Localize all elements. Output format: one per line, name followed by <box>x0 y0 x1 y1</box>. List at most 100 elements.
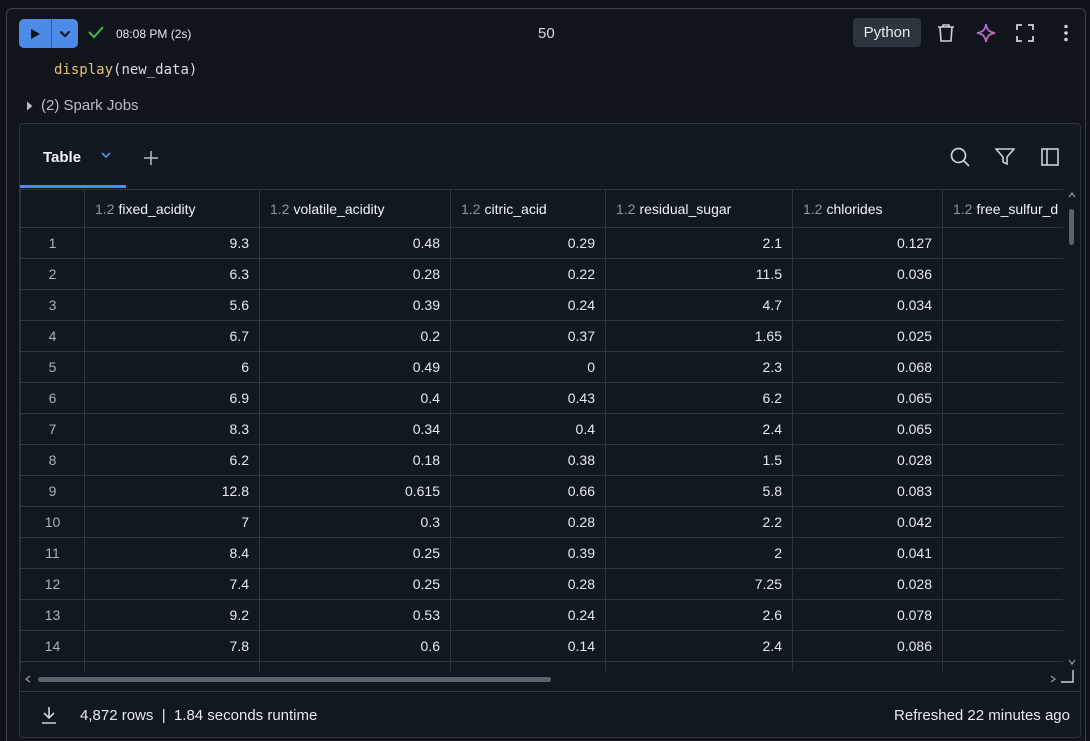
column-header[interactable]: 1.2 chlorides <box>792 189 943 228</box>
table-cell[interactable]: 6.9 <box>84 382 260 414</box>
table-cell[interactable]: 5.6 <box>84 289 260 321</box>
table-cell[interactable] <box>942 506 1063 538</box>
chevron-down-icon[interactable] <box>100 150 112 160</box>
table-cell[interactable] <box>942 630 1063 662</box>
table-cell[interactable]: 0.43 <box>450 382 606 414</box>
table-cell[interactable] <box>942 258 1063 290</box>
table-row[interactable]: 11 8.4 0.25 0.39 2 0.041 <box>20 537 1063 569</box>
table-cell[interactable]: 0.068 <box>792 351 943 383</box>
row-number[interactable]: 2 <box>20 258 85 290</box>
row-number[interactable] <box>20 661 85 671</box>
column-header[interactable]: 1.2 fixed_acidity <box>84 189 260 228</box>
table-cell[interactable] <box>942 444 1063 476</box>
row-number[interactable]: 3 <box>20 289 85 321</box>
table-cell[interactable]: 0.041 <box>792 537 943 569</box>
table-cell[interactable]: 0.028 <box>792 444 943 476</box>
table-cell[interactable]: 7 <box>84 506 260 538</box>
table-cell[interactable]: 0.025 <box>792 320 943 352</box>
table-cell[interactable]: 0.2 <box>259 320 451 352</box>
table-cell[interactable]: 0.49 <box>259 351 451 383</box>
table-cell[interactable]: 0.127 <box>792 227 943 259</box>
table-row[interactable]: 7 8.3 0.34 0.4 2.4 0.065 <box>20 413 1063 445</box>
table-cell[interactable]: 0.22 <box>450 258 606 290</box>
row-number[interactable]: 13 <box>20 599 85 631</box>
table-cell[interactable]: 6.7 <box>84 320 260 352</box>
table-cell[interactable]: 0.48 <box>259 227 451 259</box>
row-number[interactable]: 12 <box>20 568 85 600</box>
table-cell[interactable] <box>605 661 793 671</box>
table-cell[interactable]: 6.2 <box>605 382 793 414</box>
table-cell[interactable]: 0.036 <box>792 258 943 290</box>
add-visualization-button[interactable] <box>144 145 158 171</box>
table-row[interactable] <box>20 661 1063 671</box>
table-cell[interactable]: 6.3 <box>84 258 260 290</box>
download-icon[interactable] <box>40 706 58 724</box>
table-cell[interactable]: 1.5 <box>605 444 793 476</box>
table-row[interactable]: 1 9.3 0.48 0.29 2.1 0.127 <box>20 227 1063 259</box>
row-number[interactable]: 9 <box>20 475 85 507</box>
table-cell[interactable]: 7.4 <box>84 568 260 600</box>
table-cell[interactable]: 0.53 <box>259 599 451 631</box>
run-button[interactable] <box>19 19 51 48</box>
table-cell[interactable]: 2.6 <box>605 599 793 631</box>
table-cell[interactable]: 2.4 <box>605 413 793 445</box>
table-cell[interactable]: 0.065 <box>792 413 943 445</box>
row-number[interactable]: 14 <box>20 630 85 662</box>
table-cell[interactable] <box>942 568 1063 600</box>
table-cell[interactable] <box>942 599 1063 631</box>
table-cell[interactable]: 0.24 <box>450 599 606 631</box>
table-cell[interactable]: 8.3 <box>84 413 260 445</box>
table-cell[interactable] <box>942 382 1063 414</box>
table-cell[interactable]: 0.18 <box>259 444 451 476</box>
row-number[interactable]: 10 <box>20 506 85 538</box>
table-cell[interactable] <box>942 661 1063 671</box>
table-cell[interactable] <box>942 413 1063 445</box>
table-cell[interactable] <box>84 661 260 671</box>
table-cell[interactable]: 0.6 <box>259 630 451 662</box>
row-number[interactable]: 1 <box>20 227 85 259</box>
table-cell[interactable]: 2.3 <box>605 351 793 383</box>
table-cell[interactable]: 0.37 <box>450 320 606 352</box>
table-cell[interactable]: 1.65 <box>605 320 793 352</box>
table-cell[interactable]: 0.25 <box>259 537 451 569</box>
table-cell[interactable]: 0.4 <box>259 382 451 414</box>
table-cell[interactable]: 7.25 <box>605 568 793 600</box>
assistant-button[interactable] <box>975 22 997 44</box>
table-row[interactable]: 14 7.8 0.6 0.14 2.4 0.086 <box>20 630 1063 662</box>
table-cell[interactable]: 0.083 <box>792 475 943 507</box>
table-cell[interactable]: 6.2 <box>84 444 260 476</box>
table-cell[interactable]: 5.8 <box>605 475 793 507</box>
table-row[interactable]: 8 6.2 0.18 0.38 1.5 0.028 <box>20 444 1063 476</box>
table-cell[interactable]: 0.28 <box>450 568 606 600</box>
table-cell[interactable]: 2 <box>605 537 793 569</box>
table-row[interactable]: 4 6.7 0.2 0.37 1.65 0.025 <box>20 320 1063 352</box>
table-cell[interactable]: 0.24 <box>450 289 606 321</box>
table-cell[interactable]: 0.34 <box>259 413 451 445</box>
table-cell[interactable]: 0.3 <box>259 506 451 538</box>
horizontal-scroll-thumb[interactable] <box>38 677 551 682</box>
table-row[interactable]: 10 7 0.3 0.28 2.2 0.042 <box>20 506 1063 538</box>
side-panel-button[interactable] <box>1039 146 1061 168</box>
table-cell[interactable]: 2.2 <box>605 506 793 538</box>
table-cell[interactable] <box>942 289 1063 321</box>
tab-table[interactable]: Table <box>43 149 81 166</box>
vertical-scrollbar[interactable] <box>1064 189 1081 671</box>
table-cell[interactable]: 0 <box>450 351 606 383</box>
table-cell[interactable]: 6 <box>84 351 260 383</box>
row-number[interactable]: 8 <box>20 444 85 476</box>
table-row[interactable]: 12 7.4 0.25 0.28 7.25 0.028 <box>20 568 1063 600</box>
spark-jobs-toggle[interactable]: (2) Spark Jobs <box>26 97 139 114</box>
table-cell[interactable] <box>942 537 1063 569</box>
table-cell[interactable]: 4.7 <box>605 289 793 321</box>
row-number[interactable]: 6 <box>20 382 85 414</box>
table-row[interactable]: 2 6.3 0.28 0.22 11.5 0.036 <box>20 258 1063 290</box>
table-cell[interactable]: 0.065 <box>792 382 943 414</box>
table-cell[interactable]: 0.034 <box>792 289 943 321</box>
table-cell[interactable]: 0.086 <box>792 630 943 662</box>
horizontal-scrollbar[interactable] <box>20 671 1063 689</box>
table-cell[interactable]: 0.28 <box>450 506 606 538</box>
table-cell[interactable] <box>450 661 606 671</box>
row-number[interactable]: 11 <box>20 537 85 569</box>
table-cell[interactable]: 12.8 <box>84 475 260 507</box>
language-selector[interactable]: Python <box>853 18 921 47</box>
